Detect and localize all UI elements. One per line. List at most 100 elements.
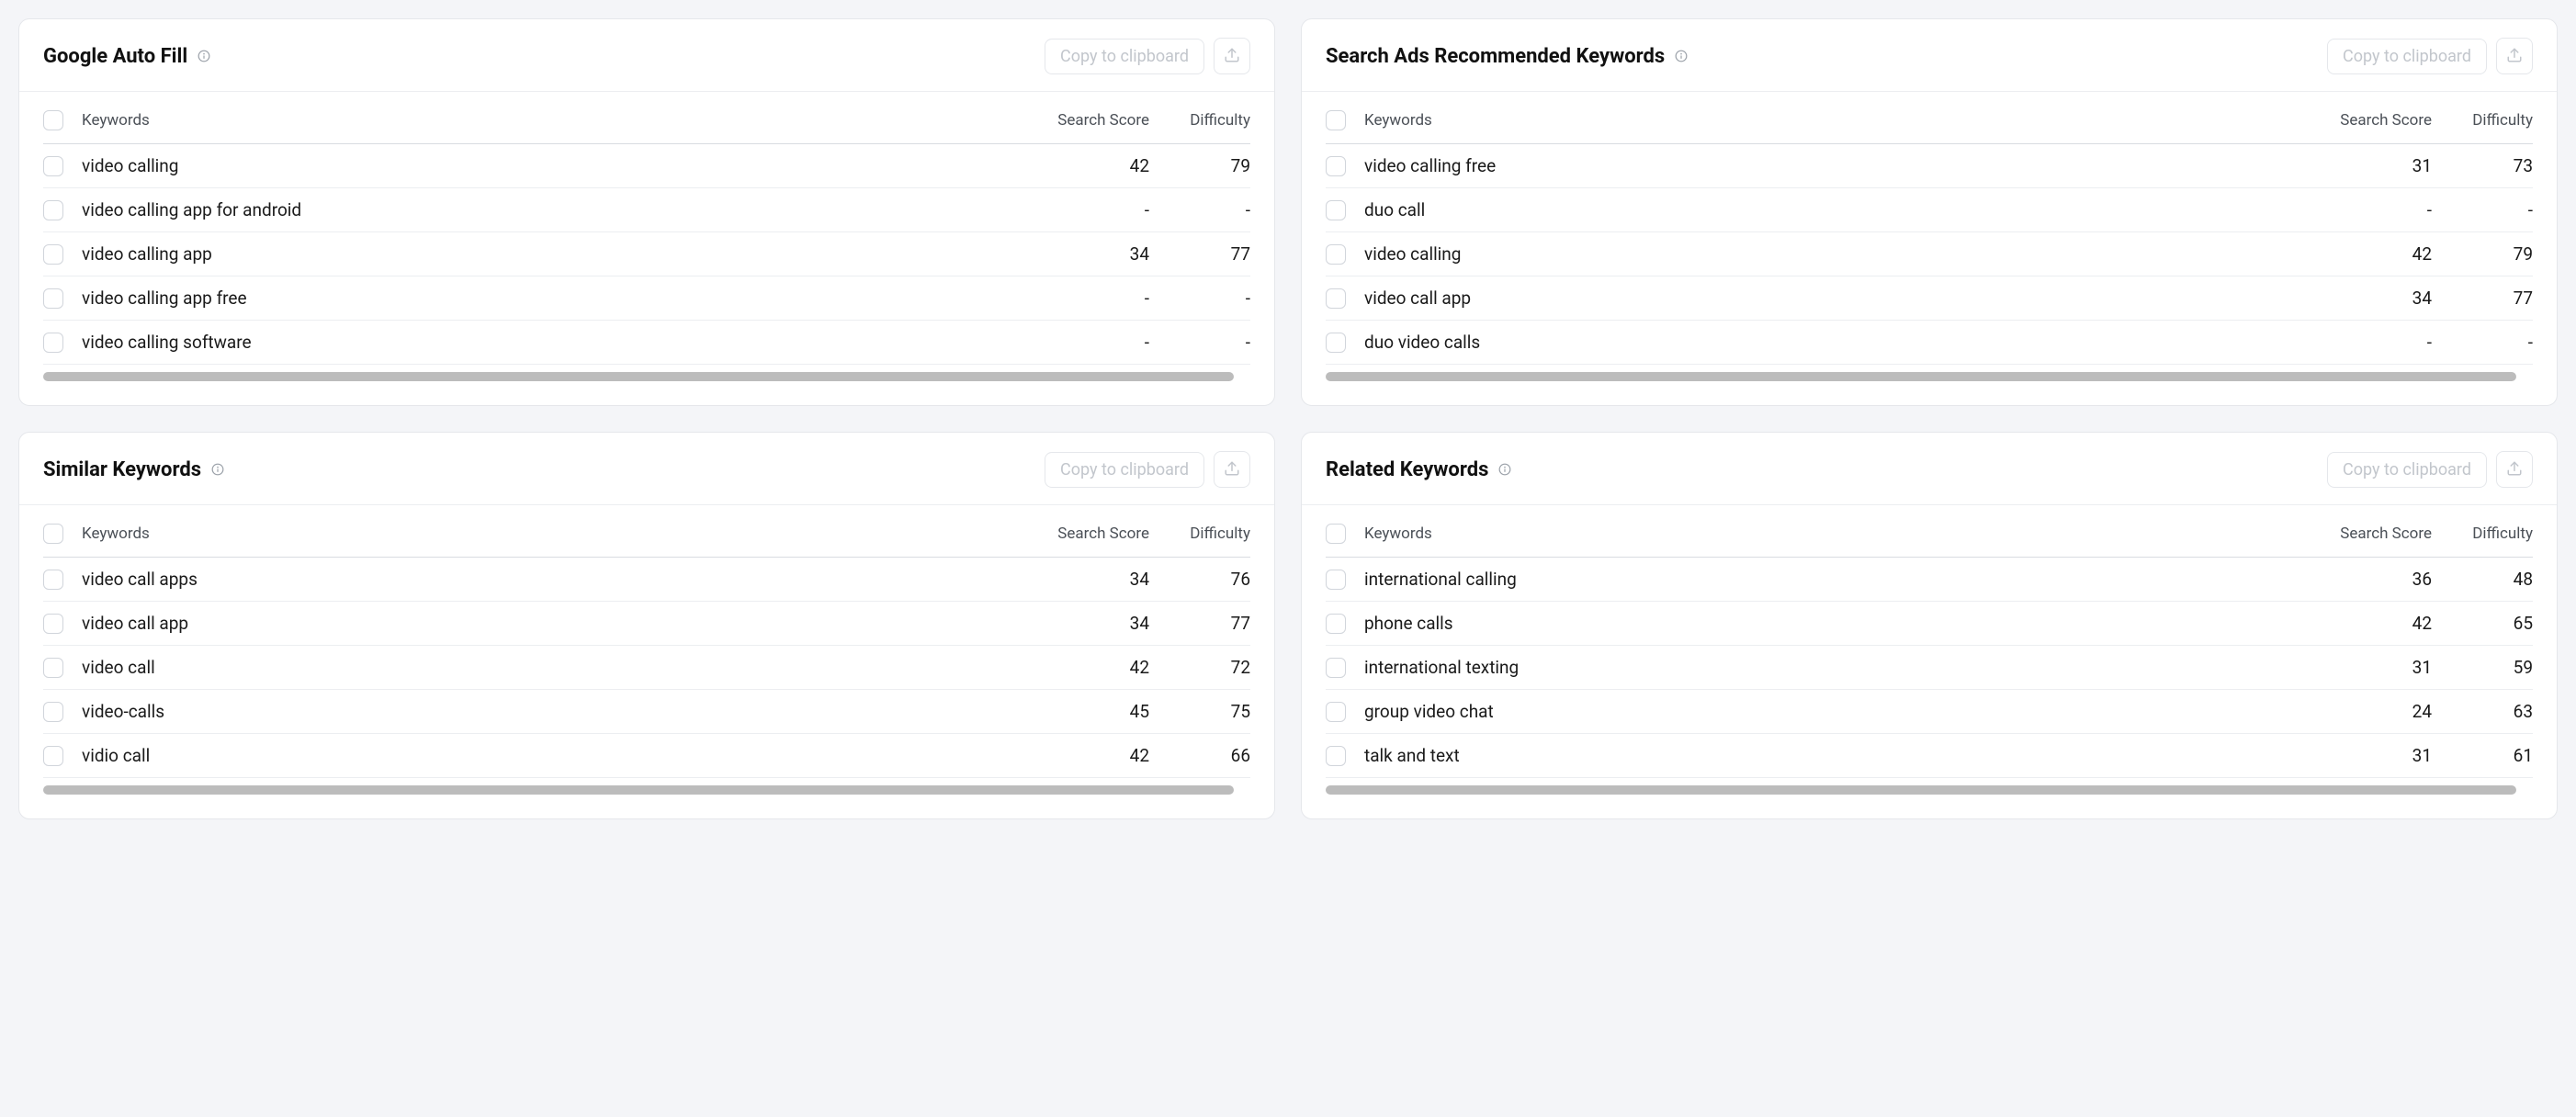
row-checkbox[interactable] bbox=[1326, 333, 1346, 353]
table-row: video calling software-- bbox=[43, 321, 1250, 365]
search-score-cell: - bbox=[1011, 288, 1149, 309]
export-button[interactable] bbox=[1214, 38, 1250, 74]
card-header: Related Keywords Copy to clipboard bbox=[1302, 433, 2557, 505]
table-header-row: KeywordsSearch ScoreDifficulty bbox=[43, 505, 1250, 558]
select-all-checkbox[interactable] bbox=[1326, 110, 1346, 130]
row-checkbox[interactable] bbox=[1326, 614, 1346, 634]
row-checkbox[interactable] bbox=[43, 244, 63, 265]
difficulty-cell: 72 bbox=[1149, 657, 1250, 678]
column-header-keywords[interactable]: Keywords bbox=[82, 111, 1011, 130]
horizontal-scrollbar[interactable] bbox=[43, 372, 1234, 381]
row-checkbox[interactable] bbox=[43, 333, 63, 353]
column-header-difficulty[interactable]: Difficulty bbox=[2432, 111, 2533, 130]
upload-icon bbox=[1224, 460, 1240, 480]
card-title-wrap: Related Keywords bbox=[1326, 458, 1512, 481]
card-header: Google Auto Fill Copy to clipboard bbox=[19, 19, 1274, 92]
table-header-row: KeywordsSearch ScoreDifficulty bbox=[1326, 505, 2533, 558]
column-header-keywords[interactable]: Keywords bbox=[1364, 525, 2294, 543]
row-checkbox[interactable] bbox=[1326, 244, 1346, 265]
row-checkbox[interactable] bbox=[43, 200, 63, 220]
search-score-cell: 36 bbox=[2294, 569, 2432, 590]
card-title-wrap: Similar Keywords bbox=[43, 458, 225, 481]
search-score-cell: - bbox=[2294, 199, 2432, 220]
horizontal-scrollbar[interactable] bbox=[43, 785, 1234, 795]
card-header: Search Ads Recommended Keywords Copy to c… bbox=[1302, 19, 2557, 92]
table-row: video calling app free-- bbox=[43, 276, 1250, 321]
keyword-card: Google Auto Fill Copy to clipboard Keyword… bbox=[18, 18, 1275, 406]
card-title-wrap: Search Ads Recommended Keywords bbox=[1326, 45, 1689, 68]
select-all-checkbox[interactable] bbox=[1326, 524, 1346, 544]
row-checkbox[interactable] bbox=[1326, 156, 1346, 176]
info-icon[interactable] bbox=[210, 462, 225, 477]
difficulty-cell: 63 bbox=[2432, 701, 2533, 722]
column-header-difficulty[interactable]: Difficulty bbox=[1149, 111, 1250, 130]
copy-to-clipboard-button[interactable]: Copy to clipboard bbox=[1045, 452, 1204, 488]
table-row: phone calls4265 bbox=[1326, 602, 2533, 646]
card-actions: Copy to clipboard bbox=[2327, 451, 2533, 488]
card-actions: Copy to clipboard bbox=[1045, 451, 1250, 488]
export-button[interactable] bbox=[2496, 38, 2533, 74]
keyword-cell: video-calls bbox=[82, 701, 1011, 722]
copy-to-clipboard-button[interactable]: Copy to clipboard bbox=[2327, 452, 2487, 488]
table-row: vidio call4266 bbox=[43, 734, 1250, 778]
row-checkbox[interactable] bbox=[43, 746, 63, 766]
export-button[interactable] bbox=[1214, 451, 1250, 488]
column-header-difficulty[interactable]: Difficulty bbox=[1149, 525, 1250, 543]
column-header-keywords[interactable]: Keywords bbox=[82, 525, 1011, 543]
select-all-checkbox[interactable] bbox=[43, 110, 63, 130]
difficulty-cell: - bbox=[2432, 332, 2533, 353]
keyword-table: KeywordsSearch ScoreDifficulty video call… bbox=[19, 505, 1274, 818]
copy-to-clipboard-button[interactable]: Copy to clipboard bbox=[1045, 39, 1204, 74]
search-score-cell: 42 bbox=[2294, 613, 2432, 634]
row-checkbox[interactable] bbox=[1326, 288, 1346, 309]
difficulty-cell: - bbox=[2432, 199, 2533, 220]
keyword-cell: international calling bbox=[1364, 569, 2294, 590]
column-header-search-score[interactable]: Search Score bbox=[1011, 525, 1149, 543]
search-score-cell: 42 bbox=[2294, 243, 2432, 265]
table-row: video calling app for android-- bbox=[43, 188, 1250, 232]
row-checkbox[interactable] bbox=[1326, 702, 1346, 722]
row-checkbox[interactable] bbox=[1326, 658, 1346, 678]
search-score-cell: 31 bbox=[2294, 155, 2432, 176]
column-header-search-score[interactable]: Search Score bbox=[1011, 111, 1149, 130]
column-header-difficulty[interactable]: Difficulty bbox=[2432, 525, 2533, 543]
table-row: video call app3477 bbox=[43, 602, 1250, 646]
row-checkbox[interactable] bbox=[43, 702, 63, 722]
row-checkbox[interactable] bbox=[43, 614, 63, 634]
horizontal-scrollbar[interactable] bbox=[1326, 785, 2516, 795]
column-header-keywords[interactable]: Keywords bbox=[1364, 111, 2294, 130]
row-checkbox[interactable] bbox=[43, 658, 63, 678]
export-button[interactable] bbox=[2496, 451, 2533, 488]
difficulty-cell: 61 bbox=[2432, 745, 2533, 766]
table-row: video call4272 bbox=[43, 646, 1250, 690]
search-score-cell: 45 bbox=[1011, 701, 1149, 722]
select-all-checkbox[interactable] bbox=[43, 524, 63, 544]
upload-icon bbox=[2506, 47, 2523, 66]
row-checkbox[interactable] bbox=[43, 288, 63, 309]
info-icon[interactable] bbox=[1674, 49, 1689, 63]
keyword-card: Search Ads Recommended Keywords Copy to c… bbox=[1301, 18, 2558, 406]
difficulty-cell: 66 bbox=[1149, 745, 1250, 766]
column-header-search-score[interactable]: Search Score bbox=[2294, 111, 2432, 130]
info-icon[interactable] bbox=[197, 49, 211, 63]
row-checkbox[interactable] bbox=[1326, 200, 1346, 220]
table-row: video call app3477 bbox=[1326, 276, 2533, 321]
cards-grid: Google Auto Fill Copy to clipboard Keyword… bbox=[18, 18, 2558, 819]
card-header: Similar Keywords Copy to clipboard bbox=[19, 433, 1274, 505]
horizontal-scrollbar[interactable] bbox=[1326, 372, 2516, 381]
search-score-cell: - bbox=[2294, 332, 2432, 353]
keyword-cell: video calling bbox=[82, 155, 1011, 176]
row-checkbox[interactable] bbox=[43, 156, 63, 176]
row-checkbox[interactable] bbox=[1326, 570, 1346, 590]
info-icon[interactable] bbox=[1497, 462, 1512, 477]
column-header-search-score[interactable]: Search Score bbox=[2294, 525, 2432, 543]
upload-icon bbox=[2506, 460, 2523, 480]
difficulty-cell: - bbox=[1149, 288, 1250, 309]
card-title-wrap: Google Auto Fill bbox=[43, 45, 211, 68]
keyword-table: KeywordsSearch ScoreDifficulty video call… bbox=[1302, 92, 2557, 405]
copy-to-clipboard-button[interactable]: Copy to clipboard bbox=[2327, 39, 2487, 74]
row-checkbox[interactable] bbox=[1326, 746, 1346, 766]
row-checkbox[interactable] bbox=[43, 570, 63, 590]
search-score-cell: 34 bbox=[1011, 243, 1149, 265]
table-header-row: KeywordsSearch ScoreDifficulty bbox=[1326, 92, 2533, 144]
